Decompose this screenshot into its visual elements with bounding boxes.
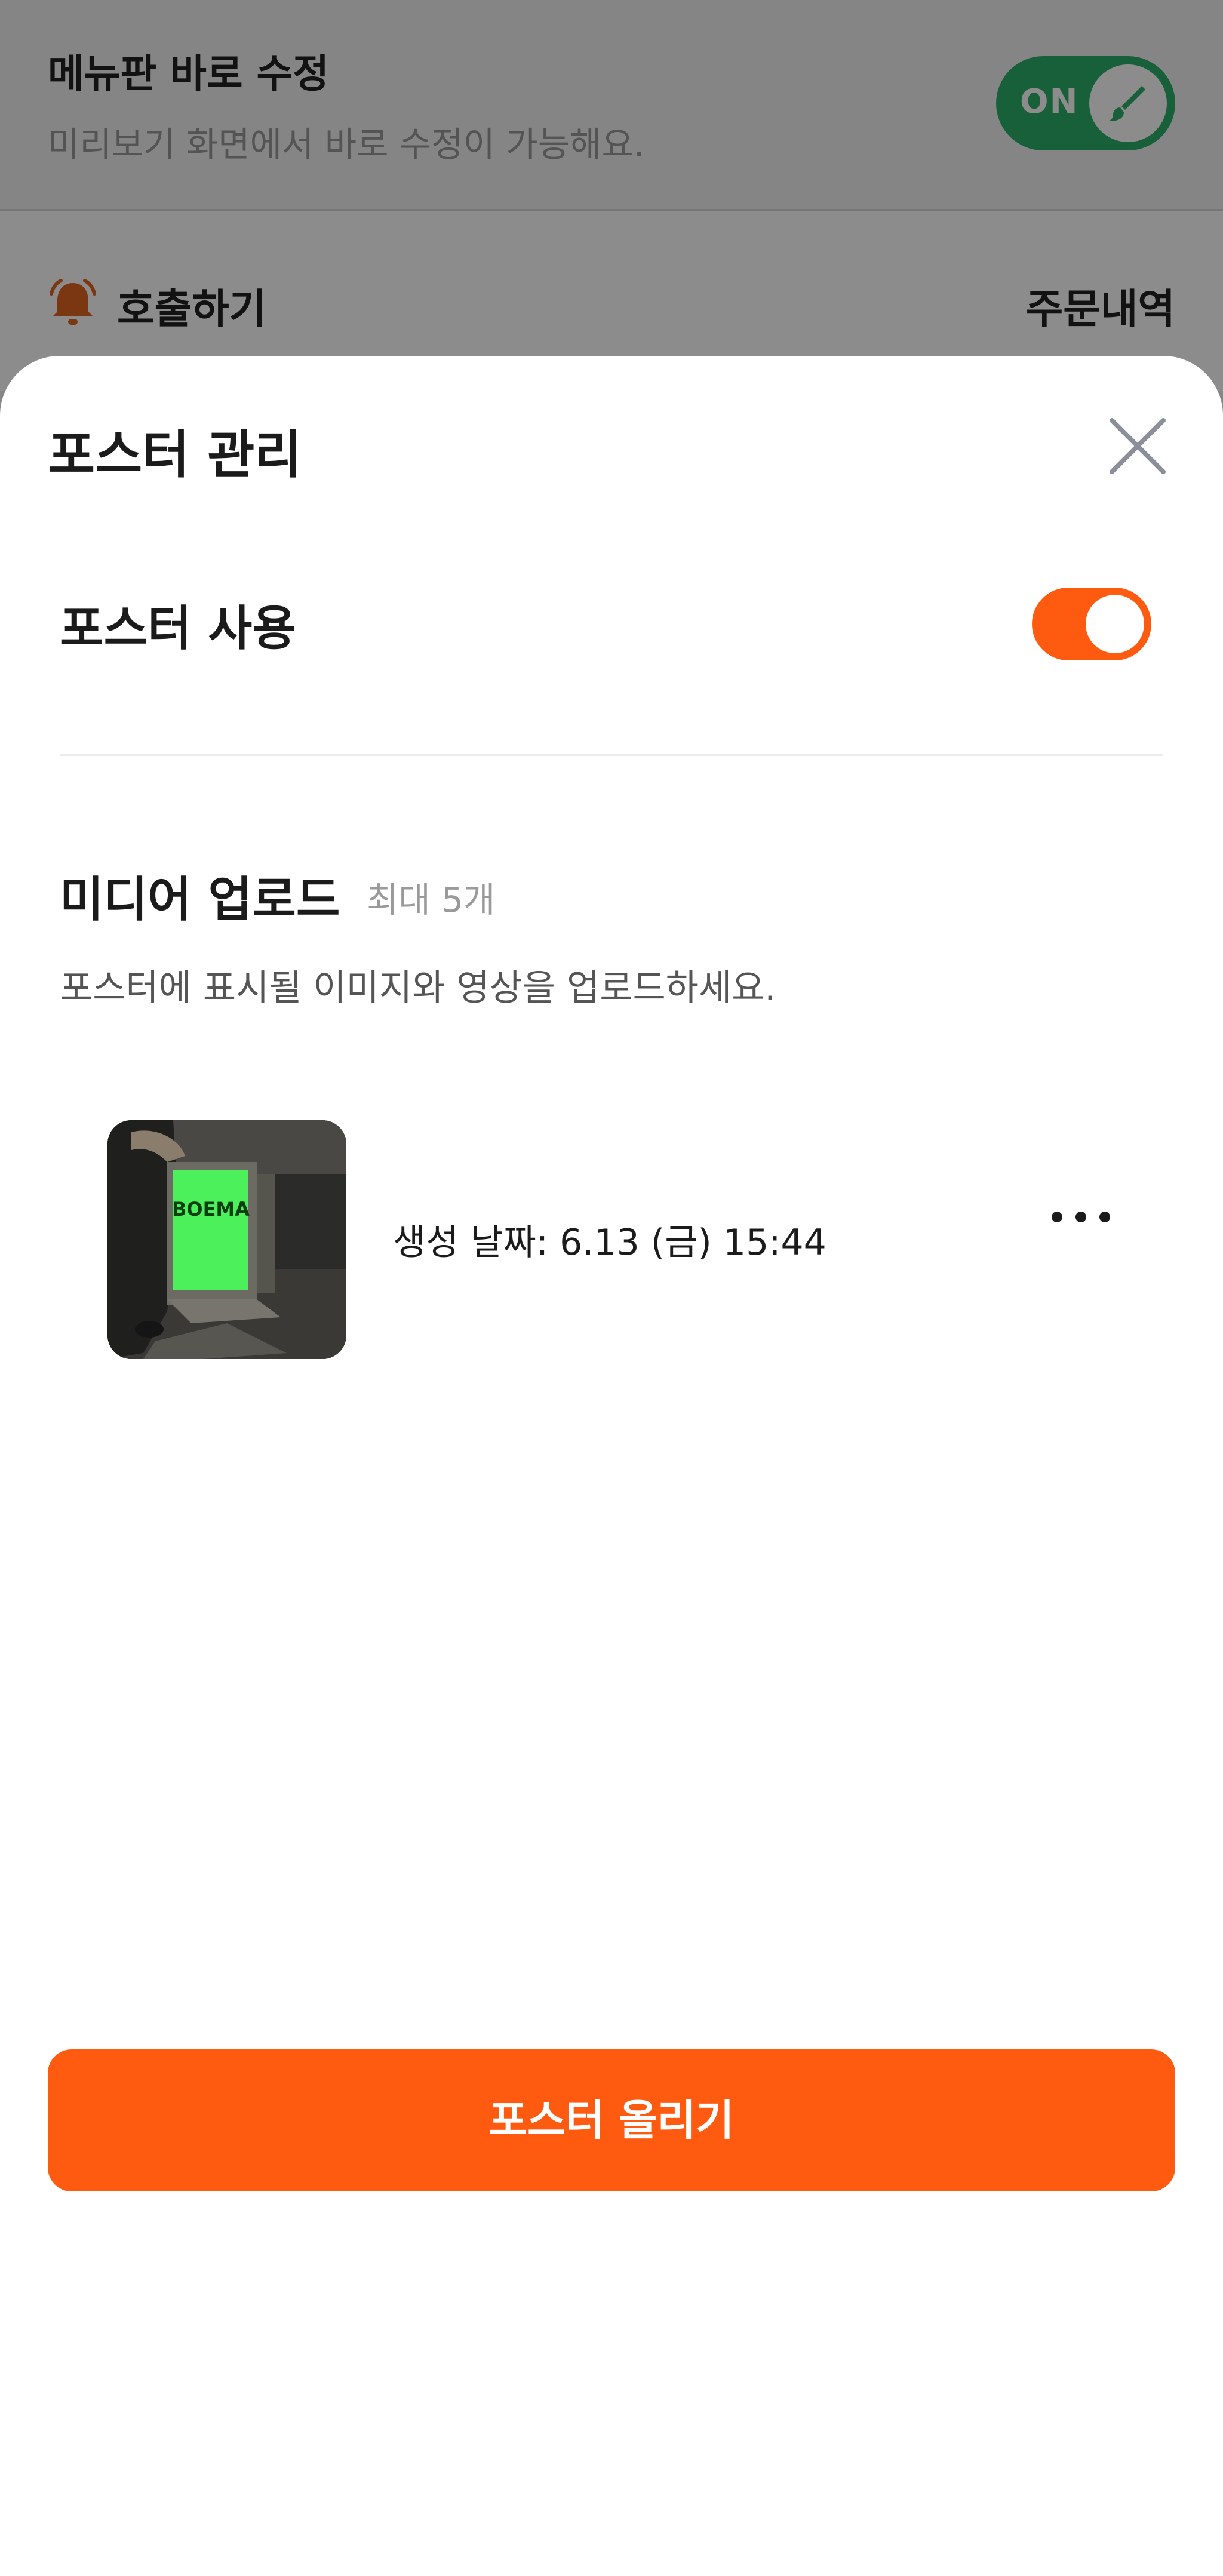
close-button[interactable] — [1105, 413, 1170, 479]
poster-photo-image: BOEMA — [107, 1120, 346, 1359]
more-options-button[interactable] — [1039, 1193, 1123, 1241]
toggle-knob — [1086, 595, 1144, 653]
media-upload-limit: 최대 5개 — [367, 880, 496, 920]
sheet-title: 포스터 관리 — [48, 425, 302, 485]
more-icon — [1052, 1212, 1110, 1222]
media-upload-title: 미디어 업로드 — [60, 872, 340, 927]
poster-use-label: 포스터 사용 — [60, 601, 296, 656]
close-icon — [1110, 418, 1166, 474]
poster-manage-sheet: 포스터 관리 포스터 사용 미디어 업로드 최대 5개 포스터에 표시될 이미지… — [0, 356, 1223, 2576]
poster-use-toggle[interactable] — [1032, 588, 1151, 660]
upload-poster-label: 포스터 올리기 — [488, 2096, 735, 2145]
media-created-date: 생성 날짜: 6.13 (금) 15:44 — [393, 1222, 826, 1264]
media-list-item[interactable]: BOEMA 생성 날짜: 6.13 (금) 15:44 — [0, 1120, 1223, 1359]
media-upload-description: 포스터에 표시될 이미지와 영상을 업로드하세요. — [60, 967, 776, 1009]
upload-poster-button[interactable]: 포스터 올리기 — [48, 2049, 1175, 2191]
media-thumbnail[interactable]: BOEMA — [107, 1120, 346, 1359]
divider — [60, 754, 1163, 756]
screen: 메뉴판 바로 수정 미리보기 화면에서 바로 수정이 가능해요. ON 호출하기… — [0, 0, 1223, 2576]
thumbnail-sign-text: BOEMA — [172, 1198, 250, 1221]
